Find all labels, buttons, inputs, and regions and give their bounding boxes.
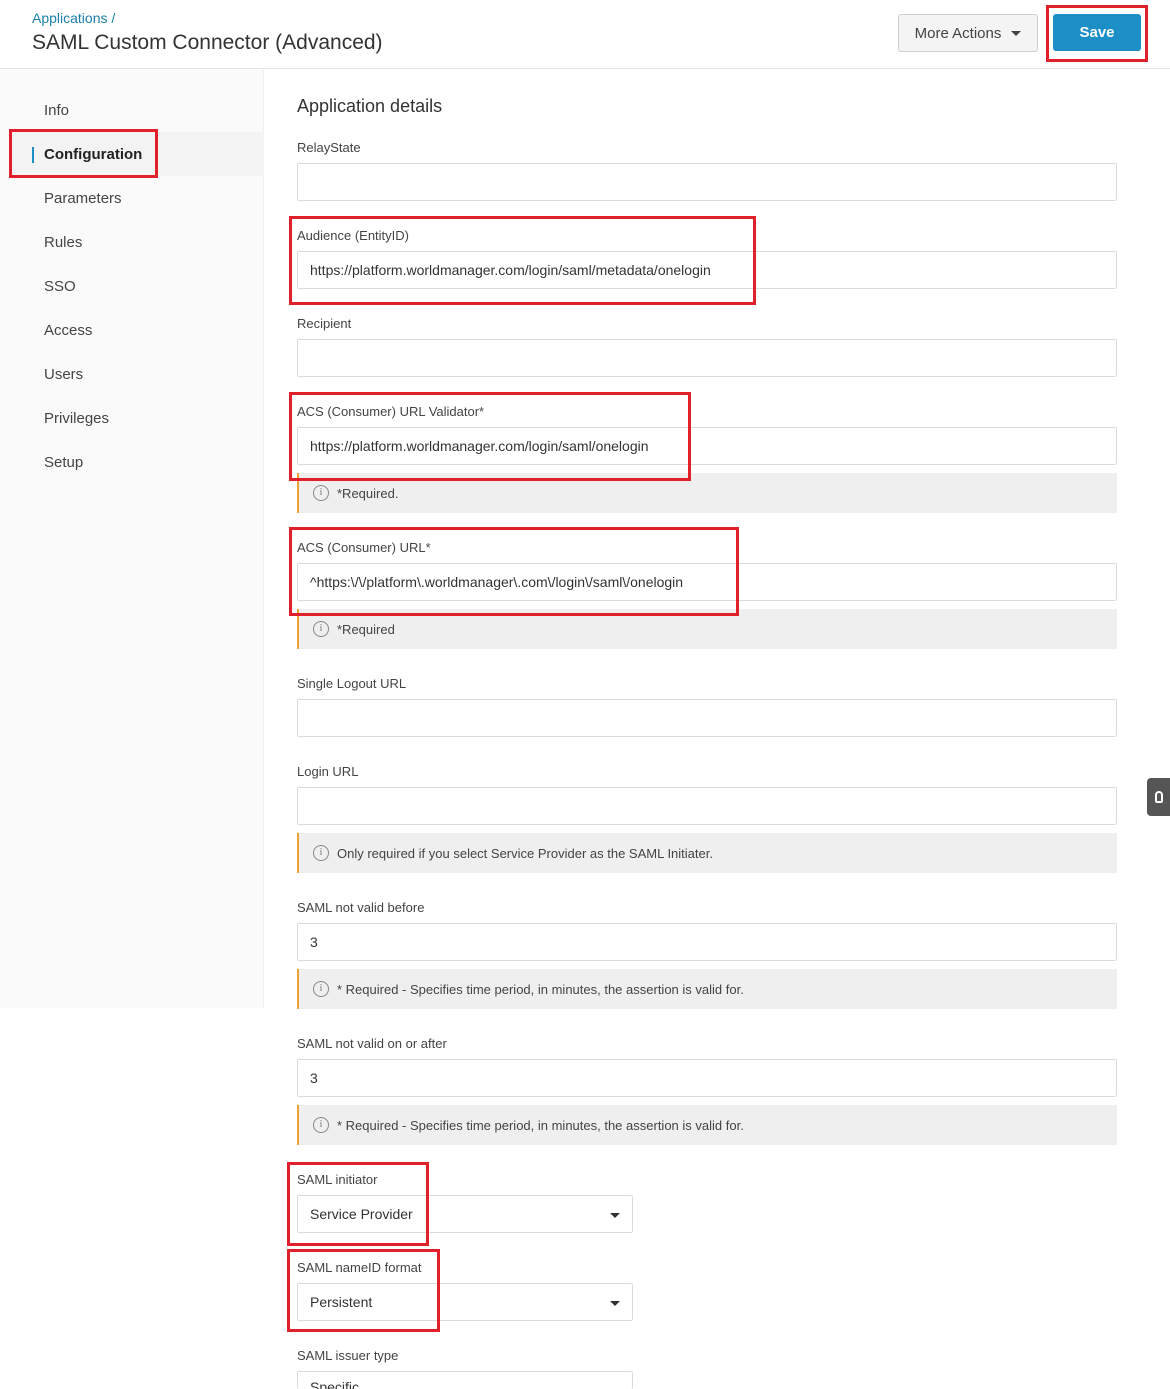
- login-url-note: i Only required if you select Service Pr…: [297, 833, 1117, 873]
- nameid-select[interactable]: Persistent: [297, 1283, 633, 1321]
- relaystate-label: RelayState: [297, 140, 361, 155]
- info-icon: i: [313, 621, 329, 637]
- page-title: SAML Custom Connector (Advanced): [32, 31, 383, 54]
- single-logout-input[interactable]: [297, 699, 1117, 737]
- info-icon: i: [313, 981, 329, 997]
- sidebar-item-privileges[interactable]: Privileges: [44, 410, 109, 427]
- sidebar-item-sso[interactable]: SSO: [44, 278, 76, 295]
- not-after-label: SAML not valid on or after: [297, 1036, 447, 1051]
- not-before-label: SAML not valid before: [297, 900, 425, 915]
- not-before-note: i * Required - Specifies time period, in…: [297, 969, 1117, 1009]
- info-icon: i: [313, 1117, 329, 1133]
- audience-label: Audience (EntityID): [297, 228, 409, 243]
- initiator-select[interactable]: Service Provider: [297, 1195, 633, 1233]
- not-after-note-text: * Required - Specifies time period, in m…: [337, 1117, 744, 1133]
- issuer-type-value: Specific: [310, 1379, 360, 1389]
- info-icon: i: [313, 845, 329, 861]
- sidebar-item-info[interactable]: Info: [44, 102, 69, 119]
- lightbulb-tab[interactable]: [1147, 778, 1170, 816]
- more-actions-button[interactable]: More Actions: [898, 14, 1038, 52]
- not-after-note: i * Required - Specifies time period, in…: [297, 1105, 1117, 1145]
- relaystate-input[interactable]: [297, 163, 1117, 201]
- sidebar-nav: Info Configuration Parameters Rules SSO …: [0, 70, 264, 1008]
- caret-down-icon: [610, 1213, 620, 1218]
- more-actions-label: More Actions: [914, 24, 1002, 42]
- page-header: Applications / SAML Custom Connector (Ad…: [0, 0, 1170, 69]
- not-after-input[interactable]: 3: [297, 1059, 1117, 1097]
- login-url-input[interactable]: [297, 787, 1117, 825]
- issuer-type-label: SAML issuer type: [297, 1348, 399, 1363]
- acs-validator-note: i *Required.: [297, 473, 1117, 513]
- nameid-value: Persistent: [310, 1294, 373, 1310]
- nameid-label: SAML nameID format: [297, 1260, 422, 1275]
- acs-url-note-text: *Required: [337, 621, 395, 637]
- info-icon: i: [313, 485, 329, 501]
- audience-input[interactable]: https://platform.worldmanager.com/login/…: [297, 251, 1117, 289]
- save-button[interactable]: Save: [1053, 14, 1141, 51]
- acs-url-label: ACS (Consumer) URL*: [297, 540, 431, 555]
- not-before-note-text: * Required - Specifies time period, in m…: [337, 981, 744, 997]
- caret-down-icon: [1011, 30, 1022, 36]
- sidebar-item-access[interactable]: Access: [44, 322, 92, 339]
- login-url-label: Login URL: [297, 764, 359, 779]
- single-logout-label: Single Logout URL: [297, 676, 407, 691]
- caret-down-icon: [610, 1301, 620, 1306]
- sidebar-item-configuration[interactable]: Configuration: [44, 146, 142, 163]
- initiator-value: Service Provider: [310, 1206, 413, 1222]
- not-before-input[interactable]: 3: [297, 923, 1117, 961]
- issuer-type-select[interactable]: Specific: [297, 1371, 633, 1389]
- acs-validator-note-text: *Required.: [337, 485, 399, 501]
- login-url-note-text: Only required if you select Service Prov…: [337, 845, 713, 861]
- lightbulb-icon: [1154, 791, 1163, 803]
- sidebar-item-rules[interactable]: Rules: [44, 234, 82, 251]
- sidebar-item-users[interactable]: Users: [44, 366, 83, 383]
- recipient-input[interactable]: [297, 339, 1117, 377]
- acs-validator-input[interactable]: https://platform.worldmanager.com/login/…: [297, 427, 1117, 465]
- sidebar-item-setup[interactable]: Setup: [44, 454, 83, 471]
- nav-active-indicator: [32, 147, 34, 163]
- breadcrumb-applications[interactable]: Applications /: [32, 10, 115, 26]
- initiator-label: SAML initiator: [297, 1172, 378, 1187]
- acs-url-input[interactable]: ^https:\/\/platform\.worldmanager\.com\/…: [297, 563, 1117, 601]
- acs-url-note: i *Required: [297, 609, 1117, 649]
- acs-validator-label: ACS (Consumer) URL Validator*: [297, 404, 485, 419]
- sidebar-item-parameters[interactable]: Parameters: [44, 190, 122, 207]
- recipient-label: Recipient: [297, 316, 352, 331]
- section-title: Application details: [297, 96, 443, 116]
